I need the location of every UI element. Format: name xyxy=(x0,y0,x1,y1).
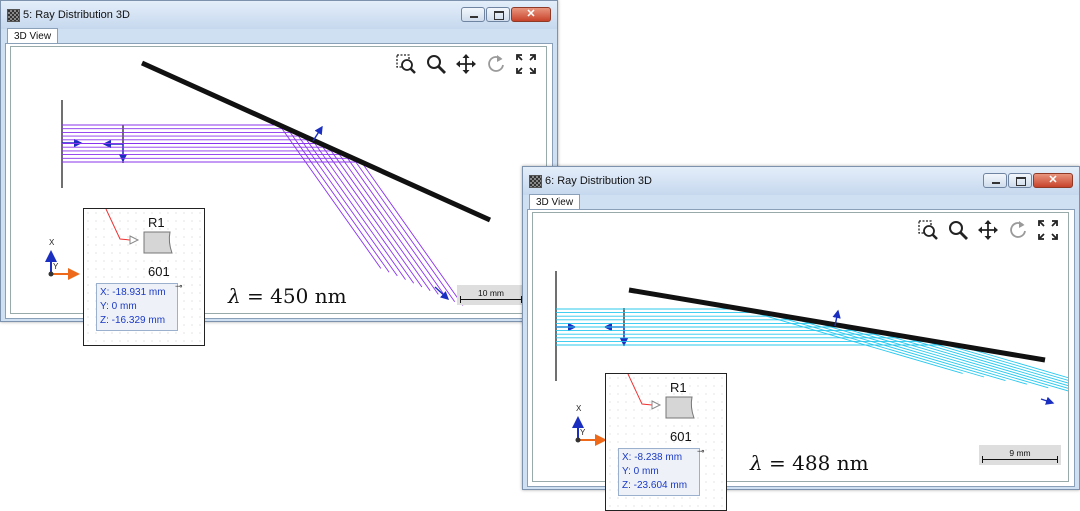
app-icon xyxy=(529,175,542,188)
wavelength-label-450: λ = 450 nm xyxy=(228,284,347,308)
wavelength-value: 450 xyxy=(270,284,309,308)
maximize-icon xyxy=(494,11,504,20)
wavelength-label-488: λ = 488 nm xyxy=(750,451,869,475)
view-toolbar xyxy=(395,53,537,75)
rotate-icon[interactable] xyxy=(1007,219,1029,241)
fit-view-icon[interactable] xyxy=(515,53,537,75)
component-zoom-inset: R1 601 X: -18.931 mm Y: 0 mm Z: -16.329 … xyxy=(83,208,205,346)
zoom-icon[interactable] xyxy=(425,53,447,75)
component-number: 601 xyxy=(148,264,170,279)
component-name: R1 xyxy=(670,380,687,395)
window-title: 6: Ray Distribution 3D xyxy=(545,175,652,187)
app-icon xyxy=(7,9,20,22)
exit-arrow xyxy=(1040,396,1055,405)
axis-origin xyxy=(48,271,54,277)
tab-3d-view[interactable]: 3D View xyxy=(7,28,59,44)
minimize-icon xyxy=(992,182,1000,184)
window-title: 5: Ray Distribution 3D xyxy=(23,9,130,21)
fit-view-icon[interactable] xyxy=(1037,219,1059,241)
zoom-window-icon[interactable] xyxy=(395,53,417,75)
coordinate-tooltip: X: -18.931 mm Y: 0 mm Z: -16.329 mm xyxy=(96,283,178,331)
axis-x-label: X xyxy=(576,404,582,413)
close-icon: ✕ xyxy=(1048,174,1058,186)
rotate-icon[interactable] xyxy=(485,53,507,75)
maximize-button[interactable] xyxy=(486,7,510,22)
pointer-arrow xyxy=(651,400,662,410)
component-icon xyxy=(143,231,173,254)
zoom-icon[interactable] xyxy=(947,219,969,241)
ray-pointer-line xyxy=(627,374,653,406)
coord-x: X: -18.931 mm xyxy=(100,287,166,298)
mirror-normal-arrow xyxy=(312,125,323,142)
ray-pointer-line xyxy=(105,209,131,241)
scale-bar: 9 mm xyxy=(979,445,1061,465)
coord-z: Z: -23.604 mm xyxy=(622,480,688,491)
close-button[interactable]: ✕ xyxy=(511,7,551,22)
axis-x-label: X xyxy=(49,238,55,247)
scale-bar: 10 mm xyxy=(457,285,525,305)
coord-z: Z: -16.329 mm xyxy=(100,315,166,326)
close-icon: ✕ xyxy=(526,8,536,20)
pin-icon[interactable]: ⊸ xyxy=(697,446,705,457)
close-button[interactable]: ✕ xyxy=(1033,173,1073,188)
maximize-button[interactable] xyxy=(1008,173,1032,188)
mirror xyxy=(140,60,492,223)
wavelength-unit: nm xyxy=(314,284,347,308)
coord-y: Y: 0 mm xyxy=(100,301,137,312)
view-toolbar xyxy=(917,219,1059,241)
pointer-arrow xyxy=(129,235,140,245)
axis-origin xyxy=(575,437,581,443)
wavelength-value: 488 xyxy=(792,451,831,475)
tab-3d-view[interactable]: 3D View xyxy=(529,194,581,210)
component-number: 601 xyxy=(670,429,692,444)
coord-y: Y: 0 mm xyxy=(622,466,659,477)
scale-bar-label: 9 mm xyxy=(1009,448,1031,458)
wavelength-unit: nm xyxy=(836,451,869,475)
zoom-window-icon[interactable] xyxy=(917,219,939,241)
pin-icon[interactable]: ⊸ xyxy=(175,281,183,292)
component-name: R1 xyxy=(148,215,165,230)
coordinate-tooltip: X: -8.238 mm Y: 0 mm Z: -23.604 mm xyxy=(618,448,700,496)
coord-x: X: -8.238 mm xyxy=(622,452,683,463)
pan-icon[interactable] xyxy=(977,219,999,241)
axis-y-label: Y xyxy=(53,262,59,271)
minimize-icon xyxy=(470,16,478,18)
component-icon xyxy=(665,396,695,419)
title-bar[interactable]: 6: Ray Distribution 3D ✕ xyxy=(523,167,1079,195)
mirror xyxy=(628,287,1046,363)
minimize-button[interactable] xyxy=(461,7,485,22)
maximize-icon xyxy=(1016,177,1026,186)
component-zoom-inset: R1 601 X: -8.238 mm Y: 0 mm Z: -23.604 m… xyxy=(605,373,727,511)
scale-bar-label: 10 mm xyxy=(478,288,504,298)
pan-icon[interactable] xyxy=(455,53,477,75)
title-bar[interactable]: 5: Ray Distribution 3D ✕ xyxy=(1,1,557,29)
minimize-button[interactable] xyxy=(983,173,1007,188)
axis-y-label: Y xyxy=(580,428,586,437)
